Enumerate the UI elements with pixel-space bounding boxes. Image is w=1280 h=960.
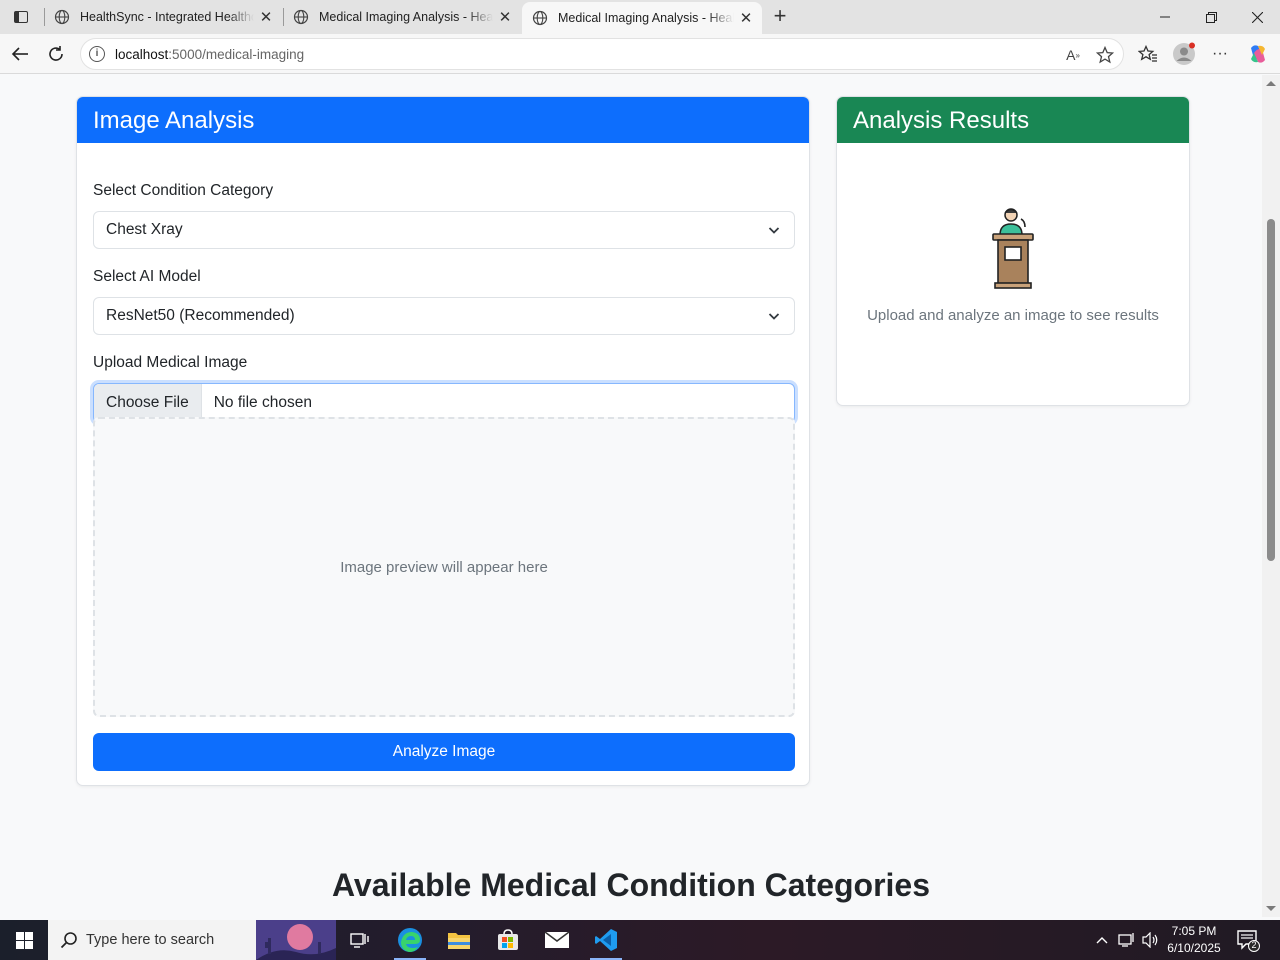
start-button[interactable] xyxy=(0,920,48,960)
task-view-button[interactable] xyxy=(336,920,384,960)
settings-more-button[interactable]: ··· xyxy=(1206,40,1234,68)
volume-button[interactable] xyxy=(1140,920,1162,960)
windows-taskbar: Type here to search 7:05 PM 6/10/2025 2 xyxy=(0,920,1280,960)
results-body: Upload and analyze an image to see resul… xyxy=(837,143,1189,405)
notification-center-button[interactable]: 2 xyxy=(1236,928,1260,952)
vscode-icon xyxy=(595,929,617,951)
profile-button[interactable] xyxy=(1170,40,1198,68)
speaker-volume-icon xyxy=(1142,932,1158,948)
task-view-icon xyxy=(350,933,369,948)
clock-time: 7:05 PM xyxy=(1171,924,1217,938)
image-analysis-title: Image Analysis xyxy=(77,97,809,143)
results-empty-text: Upload and analyze an image to see resul… xyxy=(867,307,1159,324)
network-button[interactable] xyxy=(1116,920,1138,960)
globe-icon xyxy=(54,9,70,25)
browser-tab-3-active[interactable]: Medical Imaging Analysis - HealthSync ✕ xyxy=(522,2,762,34)
minimize-button[interactable] xyxy=(1142,0,1188,34)
chevron-down-icon xyxy=(768,227,780,234)
condition-category-label: Select Condition Category xyxy=(93,182,274,199)
restore-icon xyxy=(1205,11,1217,23)
browser-tab-2[interactable]: Medical Imaging Analysis - HealthSync ✕ xyxy=(283,0,521,34)
browser-tab-bar: HealthSync - Integrated Healthcare ✕ Med… xyxy=(0,0,1280,34)
tab-actions-icon xyxy=(14,11,28,23)
url-host: localhost xyxy=(115,47,169,62)
back-button[interactable] xyxy=(6,40,34,68)
scrollbar-thumb[interactable] xyxy=(1267,219,1275,561)
favorite-star-icon[interactable] xyxy=(1095,45,1115,65)
folder-icon xyxy=(448,933,470,949)
close-icon xyxy=(1251,11,1263,23)
taskbar-mail-button[interactable] xyxy=(533,920,581,960)
categories-heading: Available Medical Condition Categories xyxy=(331,867,931,903)
close-tab-icon[interactable]: ✕ xyxy=(493,5,517,29)
ai-model-select[interactable]: ResNet50 (Recommended) xyxy=(93,297,795,335)
store-icon xyxy=(498,929,518,950)
globe-icon xyxy=(532,10,548,26)
taskbar-edge-button[interactable] xyxy=(386,920,434,960)
analysis-results-card: Analysis Results Upload and analyze an i… xyxy=(836,96,1190,406)
close-tab-icon[interactable]: ✕ xyxy=(734,6,758,30)
tab-actions-button[interactable] xyxy=(8,4,34,30)
url-path: :5000/medical-imaging xyxy=(168,47,305,62)
scroll-down-arrow-icon[interactable] xyxy=(1266,906,1276,911)
show-hidden-icons-button[interactable] xyxy=(1092,920,1112,960)
condition-category-select[interactable]: Chest Xray xyxy=(93,211,795,249)
copilot-button[interactable] xyxy=(1244,40,1272,68)
tab-title: Medical Imaging Analysis - HealthSync xyxy=(319,10,493,24)
taskbar-vscode-button[interactable] xyxy=(582,920,630,960)
network-icon xyxy=(1118,933,1134,947)
globe-icon xyxy=(293,9,309,25)
search-placeholder: Type here to search xyxy=(86,932,215,948)
taskbar-search-box[interactable]: Type here to search xyxy=(48,920,336,960)
avatar xyxy=(1173,42,1195,65)
favorites-icon xyxy=(1138,45,1157,62)
analysis-results-title: Analysis Results xyxy=(837,97,1189,143)
analyze-image-button[interactable]: Analyze Image xyxy=(93,733,795,771)
chevron-down-icon xyxy=(768,313,780,320)
browser-tab-1[interactable]: HealthSync - Integrated Healthcare ✕ xyxy=(44,0,282,34)
image-analysis-card: Image Analysis Select Condition Category… xyxy=(76,96,810,786)
ai-model-label: Select AI Model xyxy=(93,268,201,285)
windows-logo-icon xyxy=(15,931,33,949)
more-dots-icon: ··· xyxy=(1212,45,1228,62)
minimize-icon xyxy=(1160,16,1170,18)
taskbar-clock[interactable]: 7:05 PM 6/10/2025 xyxy=(1160,923,1228,957)
chevron-up-icon xyxy=(1096,937,1108,944)
search-highlight-art-icon xyxy=(256,920,336,960)
mail-icon xyxy=(544,931,570,948)
taskbar-store-button[interactable] xyxy=(484,920,532,960)
copilot-icon xyxy=(1251,45,1265,63)
back-arrow-icon xyxy=(11,47,28,61)
search-icon xyxy=(60,932,77,949)
condition-category-value: Chest Xray xyxy=(106,221,183,238)
refresh-icon xyxy=(49,46,63,61)
page-scrollbar[interactable] xyxy=(1262,75,1280,917)
close-tab-icon[interactable]: ✕ xyxy=(254,5,278,29)
url-text: localhost:5000/medical-imaging xyxy=(115,47,304,62)
tab-title: HealthSync - Integrated Healthcare xyxy=(80,10,254,24)
refresh-button[interactable] xyxy=(42,40,70,68)
new-tab-button[interactable]: + xyxy=(766,3,794,31)
podium-speaker-icon xyxy=(992,208,1034,289)
read-aloud-icon[interactable]: A» xyxy=(1063,45,1083,65)
image-preview-placeholder: Image preview will appear here xyxy=(340,558,548,576)
taskbar-file-explorer-button[interactable] xyxy=(435,920,483,960)
address-bar[interactable]: i localhost:5000/medical-imaging A» xyxy=(80,38,1124,70)
upload-image-label: Upload Medical Image xyxy=(93,354,248,371)
restore-button[interactable] xyxy=(1188,0,1234,34)
image-preview-area[interactable]: Image preview will appear here xyxy=(93,417,795,717)
tab-title: Medical Imaging Analysis - HealthSync xyxy=(558,11,734,25)
page-viewport: Image Analysis Select Condition Category… xyxy=(0,75,1262,917)
edge-browser-icon xyxy=(398,928,422,952)
clock-date: 6/10/2025 xyxy=(1167,941,1221,955)
favorites-button[interactable] xyxy=(1134,40,1162,68)
close-window-button[interactable] xyxy=(1234,0,1280,34)
ai-model-value: ResNet50 (Recommended) xyxy=(106,307,295,324)
scroll-up-arrow-icon[interactable] xyxy=(1266,81,1276,86)
notification-count-badge: 2 xyxy=(1251,940,1257,950)
address-toolbar: i localhost:5000/medical-imaging A» ··· xyxy=(0,34,1280,74)
site-info-icon[interactable]: i xyxy=(89,46,105,62)
